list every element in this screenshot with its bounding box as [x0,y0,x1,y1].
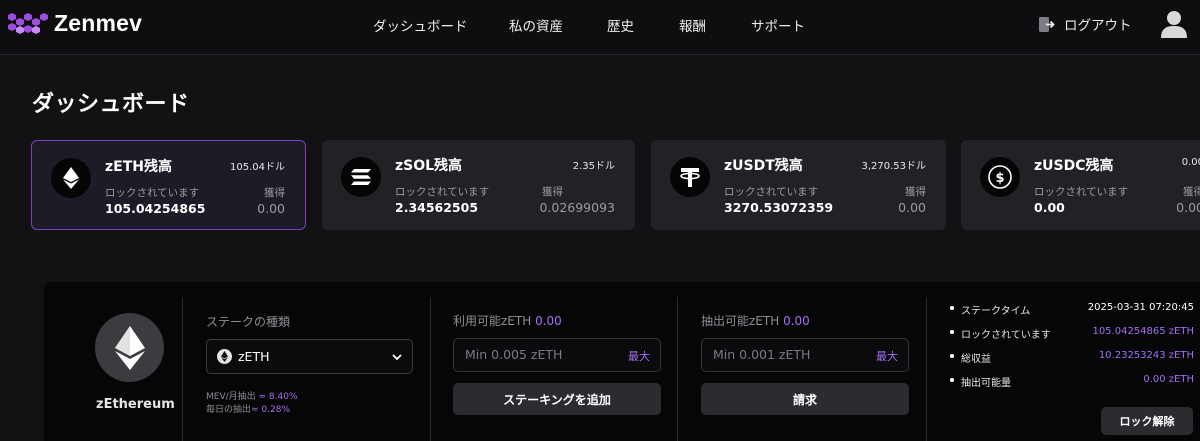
claim-button[interactable]: 請求 [701,383,909,415]
stake-max-button[interactable]: 最大 [628,348,650,364]
card-earned-label: 獲得 [542,186,563,198]
stat-total-earnings-label: 総収益 [961,354,991,365]
divider [677,297,678,441]
card-usd-value: 105.04ドル [230,162,285,173]
coin-name: zEthereum [96,397,175,412]
card-earned-label: 獲得 [905,186,926,198]
withdrawable-label: 抽出可能zETH [701,314,780,328]
available-value: 0.00 [535,314,562,328]
card-earned-label: 獲得 [1183,186,1200,198]
card-locked-label: ロックされています [395,186,490,198]
nav-history[interactable]: 歴史 [607,15,634,35]
card-usd-value: 0.00 [1181,157,1200,168]
tether-icon [670,157,710,197]
bullet [950,354,954,358]
card-earned-value: 0.00 [898,200,926,215]
balance-card-zusdt[interactable]: zUSDT残高 3,270.53ドル ロックされています 獲得 3270.530… [651,140,946,230]
claim-max-button[interactable]: 最大 [876,348,898,364]
card-locked-value: 105.04254865 [105,201,206,216]
stat-locked-label: ロックされています [961,330,1051,341]
bullet [950,306,954,310]
available-label: 利用可能zETH [453,314,532,328]
stake-type-label: ステークの種類 [206,315,291,329]
withdrawable-balance: 抽出可能zETH 0.00 [701,312,810,329]
card-title: zETH残高 [105,159,172,175]
logout-label: ログアウト [1064,18,1132,34]
brand-name: Zenmev [54,9,143,36]
user-avatar-icon[interactable] [1161,9,1187,39]
mev-monthly-value: ≈ 8.40% [258,392,298,402]
balance-card-zeth[interactable]: zETH残高 105.04ドル ロックされています 獲得 105.0425486… [31,140,306,230]
card-earned-value: 0.00 [257,201,285,216]
stat-total-earnings-value: 10.23253243 zETH [1098,350,1194,361]
divider [926,297,927,441]
bullet [950,330,954,334]
solana-icon [341,157,381,197]
zenmev-logo-icon [8,13,48,34]
daily-rate: 毎日の抽出≈ 0.28% [206,402,290,415]
card-locked-label: ロックされています [1034,186,1129,198]
claim-amount-field[interactable]: 最大 [701,338,909,372]
nav-my-assets[interactable]: 私の資産 [509,15,563,35]
ethereum-coin-icon [95,313,164,382]
stat-withdrawable-label: 抽出可能量 [961,378,1011,389]
unlock-button[interactable]: ロック解除 [1101,407,1193,435]
page-title: ダッシュボード [32,92,190,117]
claim-amount-input[interactable] [713,347,863,362]
divider [430,297,431,441]
card-usd-value: 3,270.53ドル [861,161,926,172]
balance-card-zusdc[interactable]: $ zUSDC残高 0.00 ロックされています 獲得 0.00 0.00 [961,140,1200,230]
card-locked-value: 2.34562505 [395,200,479,215]
stat-stake-time-label: ステークタイム [961,306,1031,317]
logout-button[interactable]: ログアウト [1038,14,1132,34]
selected-value: zETH [238,349,270,364]
bullet [950,378,954,382]
daily-value: ≈ 0.28% [251,405,291,415]
card-locked-label: ロックされています [724,186,819,198]
card-usd-value: 2.35ドル [572,161,615,172]
nav-dashboard[interactable]: ダッシュボード [373,15,468,35]
available-balance: 利用可能zETH 0.00 [453,312,562,329]
card-title: zUSDT残高 [724,158,803,174]
brand-logo[interactable]: Zenmev [6,9,142,37]
card-locked-value: 3270.53072359 [724,200,834,215]
nav-rewards[interactable]: 報酬 [679,15,706,35]
stat-withdrawable-value: 0.00 zETH [1143,374,1194,385]
card-earned-label: 獲得 [264,187,285,199]
daily-label: 毎日の抽出 [206,405,252,415]
stat-locked-value: 105.04254865 zETH [1092,326,1194,337]
usdc-icon: $ [980,157,1020,197]
balance-card-zsol[interactable]: zSOL残高 2.35ドル ロックされています 獲得 2.34562505 0.… [322,140,635,230]
card-title: zUSDC残高 [1034,158,1114,174]
add-staking-button[interactable]: ステーキングを追加 [453,383,661,415]
mev-monthly-label: MEV/月抽出 [206,392,256,402]
chevron-down-icon [392,354,402,361]
mev-monthly-rate: MEV/月抽出 ≈ 8.40% [206,389,298,402]
stake-amount-input[interactable] [465,347,615,362]
stake-amount-field[interactable]: 最大 [453,338,661,372]
ethereum-icon [217,349,232,364]
top-navigation-bar: Zenmev ダッシュボード 私の資産 歴史 報酬 サポート ログアウト [0,0,1200,55]
card-locked-value: 0.00 [1034,200,1065,215]
nav-support[interactable]: サポート [751,15,805,35]
logout-icon [1039,16,1055,32]
divider [182,297,183,441]
ethereum-icon [51,158,91,198]
stake-type-select[interactable]: zETH [206,339,413,374]
withdrawable-value: 0.00 [783,314,810,328]
card-locked-label: ロックされています [105,187,200,199]
svg-text:$: $ [995,171,1004,186]
stat-stake-time-value: 2025-03-31 07:20:45 [1087,302,1194,313]
card-earned-value: 0.02699093 [539,200,615,215]
card-earned-value: 0.00 [1176,200,1200,215]
card-title: zSOL残高 [395,158,463,174]
